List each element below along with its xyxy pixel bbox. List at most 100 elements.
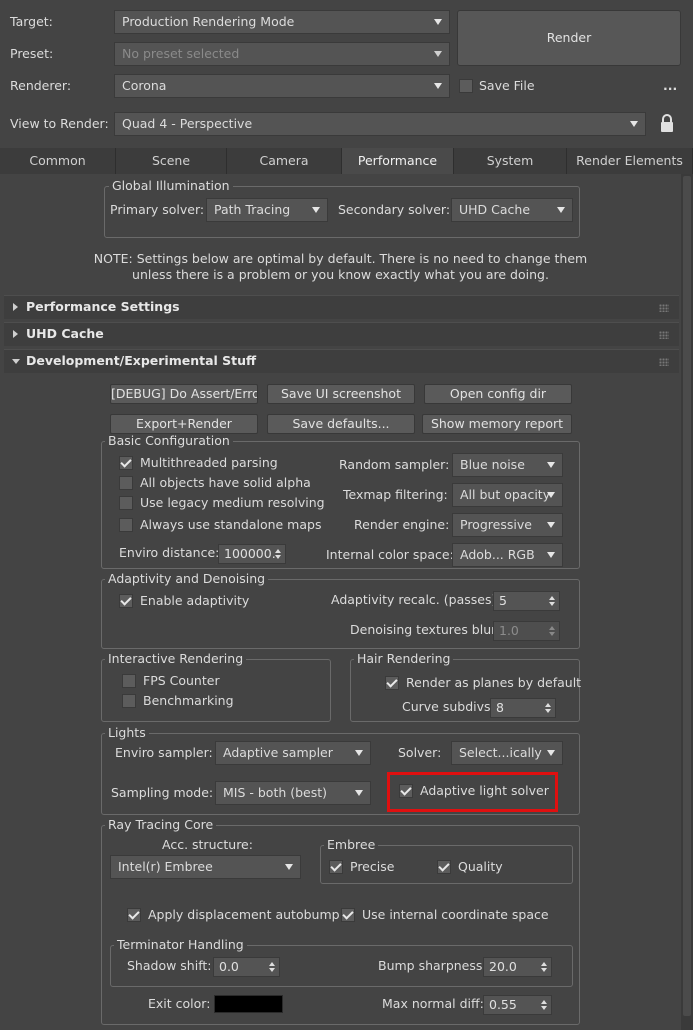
acc-structure-label: Acc. structure:	[162, 837, 253, 852]
global-illumination-title: Global Illumination	[109, 179, 233, 193]
note-line-2: unless there is a problem or you know ex…	[132, 267, 549, 282]
chevron-down-icon	[434, 51, 442, 57]
embree-title: Embree	[324, 838, 379, 852]
adaptivity-recalc-label: Adaptivity recalc. (passes):	[331, 592, 501, 607]
chevron-down-icon	[630, 121, 638, 127]
save-file-checkbox[interactable]	[459, 79, 473, 93]
tab-performance-label: Performance	[357, 153, 438, 168]
random-sampler-label: Random sampler:	[339, 457, 450, 472]
internal-coordinate-checkbox[interactable]	[341, 908, 355, 922]
save-ui-screenshot-label: Save UI screenshot	[280, 386, 401, 401]
enviro-distance-value: 100000.	[224, 546, 276, 561]
fps-counter-checkbox[interactable]	[122, 674, 136, 688]
chevron-down-icon	[355, 750, 363, 756]
adaptivity-recalc-spinner[interactable]: 5	[493, 591, 560, 611]
rollout-performance-title: Performance Settings	[26, 299, 180, 314]
displacement-autobump-checkbox[interactable]	[127, 908, 141, 922]
texmap-filtering-dropdown[interactable]: All but opacity	[452, 483, 563, 507]
adaptive-light-solver-label: Adaptive light solver	[420, 783, 549, 798]
chevron-down-icon	[434, 19, 442, 25]
preset-dropdown[interactable]: No preset selected	[114, 42, 450, 66]
enviro-distance-spinner[interactable]: 100000.	[218, 544, 286, 564]
sampling-mode-dropdown[interactable]: MIS - both (best)	[215, 781, 371, 805]
tab-camera[interactable]: Camera	[227, 148, 342, 174]
render-engine-value: Progressive	[460, 517, 532, 532]
tab-scene[interactable]: Scene	[116, 148, 227, 174]
tab-performance[interactable]: Performance	[342, 148, 454, 174]
max-normal-diff-spinner[interactable]: 0.55	[483, 995, 552, 1015]
shadow-shift-value: 0.0	[219, 959, 239, 974]
tab-render-elements[interactable]: Render Elements	[567, 148, 693, 174]
secondary-solver-value: UHD Cache	[459, 202, 531, 217]
open-config-dir-button[interactable]: Open config dir	[424, 384, 572, 404]
tab-common[interactable]: Common	[0, 148, 116, 174]
legacy-medium-checkbox[interactable]	[119, 496, 133, 510]
adaptivity-title: Adaptivity and Denoising	[105, 572, 269, 586]
target-dropdown[interactable]: Production Rendering Mode	[114, 10, 450, 34]
chevron-down-icon	[312, 207, 320, 213]
secondary-solver-dropdown[interactable]: UHD Cache	[451, 198, 573, 222]
target-value: Production Rendering Mode	[122, 14, 295, 29]
debug-assert-label: [DEBUG] Do Assert/Error	[111, 386, 258, 401]
view-dropdown[interactable]: Quad 4 - Perspective	[114, 112, 646, 136]
precise-label: Precise	[350, 859, 395, 874]
solid-alpha-checkbox[interactable]	[119, 476, 133, 490]
rollout-performance-settings[interactable]: Performance Settings	[4, 295, 679, 319]
view-label: View to Render:	[10, 116, 109, 131]
save-ui-screenshot-button[interactable]: Save UI screenshot	[267, 384, 415, 404]
spinner-up-icon	[549, 596, 555, 600]
benchmarking-checkbox[interactable]	[122, 694, 136, 708]
acc-structure-dropdown[interactable]: Intel(r) Embree	[110, 855, 301, 879]
chevron-down-icon	[557, 207, 565, 213]
chevron-down-icon	[285, 864, 293, 870]
render-engine-dropdown[interactable]: Progressive	[452, 513, 563, 537]
enable-adaptivity-checkbox[interactable]	[119, 594, 133, 608]
scrollbar-thumb[interactable]	[683, 176, 691, 1016]
rollout-development[interactable]: Development/Experimental Stuff	[4, 349, 679, 373]
displacement-autobump-label: Apply displacement autobump	[148, 907, 340, 922]
primary-solver-dropdown[interactable]: Path Tracing	[206, 198, 328, 222]
spinner-up-icon	[549, 626, 555, 630]
denoising-blur-spinner[interactable]: 1.0	[493, 621, 560, 641]
rollout-uhd-cache[interactable]: UHD Cache	[4, 322, 679, 346]
render-as-planes-checkbox[interactable]	[385, 676, 399, 690]
curve-subdivs-spinner[interactable]: 8	[490, 698, 556, 718]
export-render-button[interactable]: Export+Render	[110, 414, 258, 434]
render-button[interactable]: Render	[457, 10, 681, 66]
adaptive-light-solver-checkbox[interactable]	[399, 784, 413, 798]
show-memory-report-label: Show memory report	[430, 416, 564, 431]
solver-dropdown[interactable]: Select...ically	[451, 741, 563, 765]
standalone-maps-checkbox[interactable]	[119, 518, 133, 532]
bump-sharpness-spinner[interactable]: 20.0	[483, 957, 552, 977]
open-config-dir-label: Open config dir	[449, 386, 547, 401]
renderer-dropdown[interactable]: Corona	[114, 74, 450, 98]
lock-icon[interactable]	[659, 113, 675, 133]
random-sampler-dropdown[interactable]: Blue noise	[452, 453, 563, 477]
chevron-down-icon	[355, 790, 363, 796]
show-memory-report-button[interactable]: Show memory report	[422, 414, 572, 434]
debug-assert-button[interactable]: [DEBUG] Do Assert/Error	[110, 384, 258, 404]
chevron-down-icon	[434, 83, 442, 89]
quality-checkbox[interactable]	[437, 860, 451, 874]
basic-configuration-title: Basic Configuration	[105, 434, 233, 448]
spinner-up-icon	[541, 1000, 547, 1004]
save-file-label: Save File	[479, 78, 535, 93]
exit-color-label: Exit color:	[148, 996, 211, 1011]
secondary-solver-label: Secondary solver:	[338, 202, 451, 217]
bump-sharpness-value: 20.0	[489, 959, 517, 974]
max-normal-diff-label: Max normal diff:	[382, 996, 484, 1011]
multithreaded-parsing-checkbox[interactable]	[119, 456, 133, 470]
acc-structure-value: Intel(r) Embree	[118, 859, 213, 874]
shadow-shift-spinner[interactable]: 0.0	[213, 957, 280, 977]
chevron-down-icon	[547, 522, 555, 528]
internal-color-space-dropdown[interactable]: Adob... RGB	[452, 543, 563, 567]
save-defaults-button[interactable]: Save defaults...	[267, 414, 415, 434]
solver-value: Select...ically	[459, 745, 542, 760]
precise-checkbox[interactable]	[329, 860, 343, 874]
max-normal-diff-value: 0.55	[489, 997, 517, 1012]
more-options-button[interactable]: ...	[663, 78, 677, 94]
enviro-sampler-dropdown[interactable]: Adaptive sampler	[215, 741, 371, 765]
tab-system[interactable]: System	[454, 148, 567, 174]
exit-color-swatch[interactable]	[214, 995, 283, 1013]
internal-coordinate-label: Use internal coordinate space	[362, 907, 549, 922]
